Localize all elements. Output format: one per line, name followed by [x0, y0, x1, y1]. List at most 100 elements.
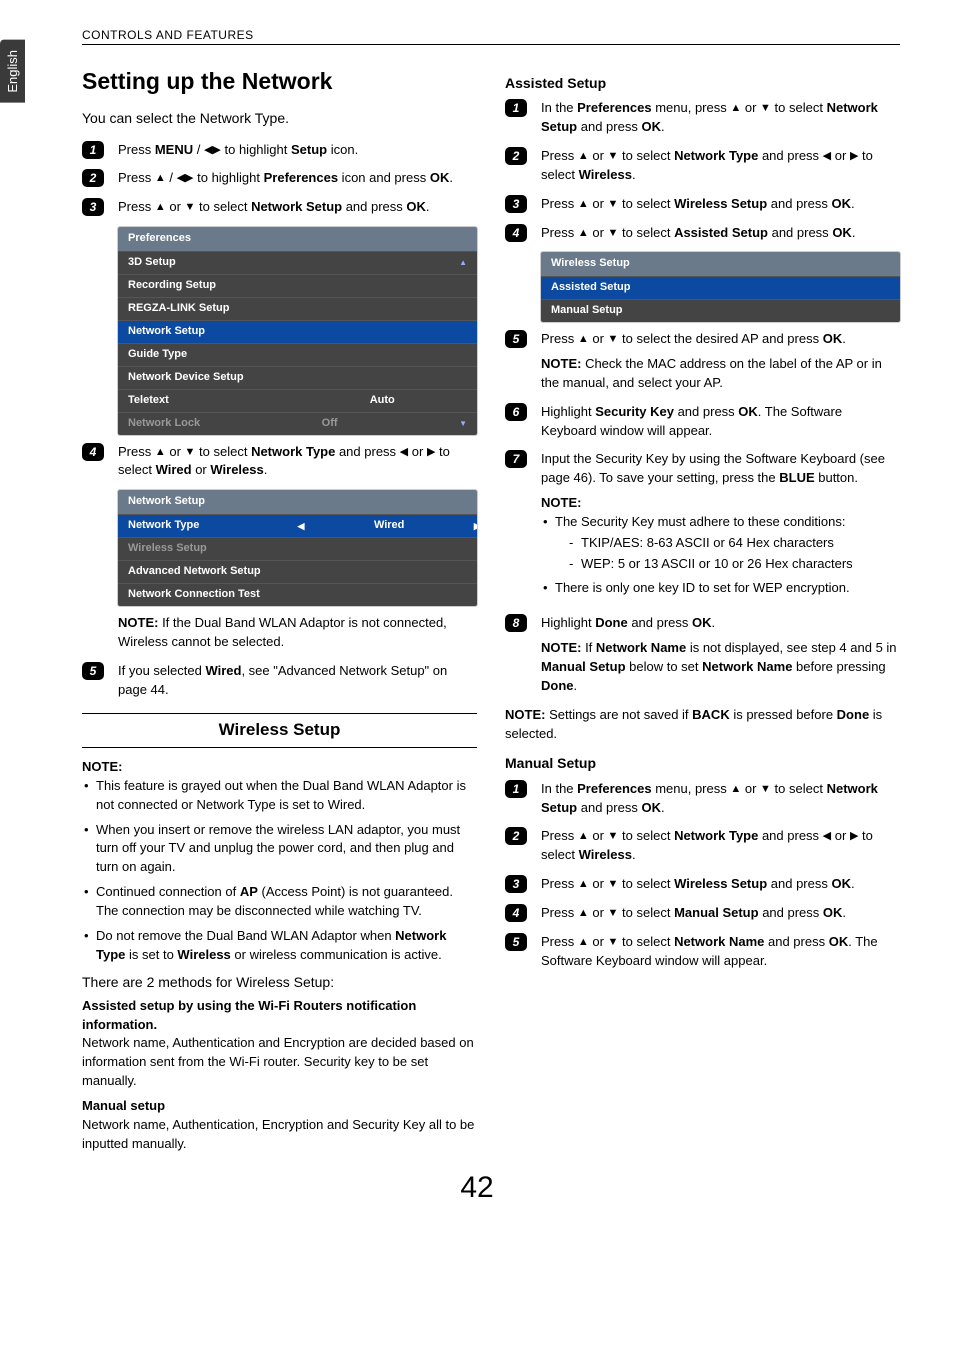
page-number: 42 — [54, 1171, 900, 1205]
step-badge-4: 4 — [505, 224, 527, 242]
left-icon: ◀ — [823, 829, 831, 845]
right-step-a3: 3 Press ▲ or ▼ to select Wireless Setup … — [505, 195, 900, 214]
up-icon: ▲ — [578, 935, 589, 951]
down-icon: ▼ — [608, 149, 619, 165]
up-icon: ▲ — [155, 445, 166, 461]
right-step-a6: 6 Highlight Security Key and press OK. T… — [505, 403, 900, 441]
step-badge-1: 1 — [505, 99, 527, 117]
menu-row: TeletextAuto — [118, 389, 477, 412]
step-badge-8: 8 — [505, 614, 527, 632]
step-badge-4: 4 — [505, 904, 527, 922]
down-icon: ▼ — [608, 332, 619, 348]
step-badge-4: 4 — [82, 443, 104, 461]
step-badge-3: 3 — [505, 195, 527, 213]
manual-setup-heading: Manual Setup — [505, 753, 900, 773]
up-icon: ▲ — [730, 782, 741, 798]
right-step-m5: 5 Press ▲ or ▼ to select Network Name an… — [505, 933, 900, 971]
language-tab: English — [0, 40, 25, 103]
down-icon: ▼ — [185, 200, 196, 216]
right-step-a7: 7 Input the Security Key by using the So… — [505, 450, 900, 604]
up-icon: ▲ — [578, 149, 589, 165]
step-badge-2: 2 — [82, 169, 104, 187]
up-icon: ▲ — [578, 197, 589, 213]
down-icon: ▼ — [760, 101, 771, 117]
page: English CONTROLS AND FEATURES Setting up… — [0, 0, 954, 1225]
step-badge-6: 6 — [505, 403, 527, 421]
sub-bullets: TKIP/AES: 8-63 ASCII or 64 Hex character… — [555, 534, 900, 574]
bullet-item: This feature is grayed out when the Dual… — [82, 777, 477, 815]
content-columns: Setting up the Network You can select th… — [82, 65, 900, 1153]
up-icon: ▲ — [578, 226, 589, 242]
left-icon: ◀ — [823, 149, 831, 165]
left-icon: ◀ — [400, 445, 408, 461]
up-icon: ▲ — [155, 200, 166, 216]
right-step-m2: 2 Press ▲ or ▼ to select Network Type an… — [505, 827, 900, 865]
note-text: NOTE: Check the MAC address on the label… — [541, 355, 900, 393]
up-icon: ▲ — [578, 332, 589, 348]
down-icon: ▼ — [608, 877, 619, 893]
up-icon: ▲ — [730, 101, 741, 117]
section-header: CONTROLS AND FEATURES — [82, 28, 900, 45]
step-badge-3: 3 — [82, 198, 104, 216]
right-step-a8: 8 Highlight Done and press OK. NOTE: If … — [505, 614, 900, 695]
step-badge-1: 1 — [82, 141, 104, 159]
intro-text: You can select the Network Type. — [82, 108, 477, 128]
down-icon: ▼ — [608, 935, 619, 951]
note-bullets: The Security Key must adhere to these co… — [541, 513, 900, 598]
step-body: Press MENU / ◀▶ to highlight Setup icon. — [118, 141, 477, 160]
sub-bullet-item: TKIP/AES: 8-63 ASCII or 64 Hex character… — [569, 534, 900, 553]
menu-row: Network Connection Test — [118, 583, 477, 606]
bullet-item: Do not remove the Dual Band WLAN Adaptor… — [82, 927, 477, 965]
wireless-setup-heading: Wireless Setup — [82, 713, 477, 748]
left-step-5: 5 If you selected Wired, see "Advanced N… — [82, 662, 477, 700]
down-icon: ▼ — [608, 906, 619, 922]
menu-row: Guide Type — [118, 343, 477, 366]
wireless-setup-menu: Wireless Setup Assisted Setup Manual Set… — [541, 252, 900, 322]
up-icon: ▲ — [578, 877, 589, 893]
right-step-m4: 4 Press ▲ or ▼ to select Manual Setup an… — [505, 904, 900, 923]
right-step-a1: 1 In the Preferences menu, press ▲ or ▼ … — [505, 99, 900, 137]
right-column: Assisted Setup 1 In the Preferences menu… — [505, 65, 900, 1153]
final-note: NOTE: Settings are not saved if BACK is … — [505, 706, 900, 744]
right-step-a4: 4 Press ▲ or ▼ to select Assisted Setup … — [505, 224, 900, 243]
step-badge-5: 5 — [505, 330, 527, 348]
menu-title: Preferences — [118, 227, 477, 251]
up-icon: ▲ — [578, 906, 589, 922]
note-bullets: This feature is grayed out when the Dual… — [82, 777, 477, 965]
left-column: Setting up the Network You can select th… — [82, 65, 477, 1153]
bullet-item: When you insert or remove the wireless L… — [82, 821, 477, 878]
right-step-a5: 5 Press ▲ or ▼ to select the desired AP … — [505, 330, 900, 393]
menu-row: 3D Setup▲ — [118, 251, 477, 274]
menu-row: Network Device Setup — [118, 366, 477, 389]
menu-row: REGZA-LINK Setup — [118, 297, 477, 320]
up-icon: ▲ — [578, 829, 589, 845]
network-setup-menu: Network Setup Network Type◀Wired▶ Wirele… — [118, 490, 477, 606]
down-icon: ▼ — [608, 197, 619, 213]
note-text: NOTE: If Network Name is not displayed, … — [541, 639, 900, 696]
right-step-a2: 2 Press ▲ or ▼ to select Network Type an… — [505, 147, 900, 185]
right-step-m1: 1 In the Preferences menu, press ▲ or ▼ … — [505, 780, 900, 818]
step-badge-3: 3 — [505, 875, 527, 893]
assisted-method-body: Network name, Authentication and Encrypt… — [82, 1034, 477, 1091]
page-title: Setting up the Network — [82, 65, 477, 98]
menu-row-selected: Assisted Setup — [541, 276, 900, 299]
step-badge-7: 7 — [505, 450, 527, 468]
step-badge-2: 2 — [505, 827, 527, 845]
step-badge-1: 1 — [505, 780, 527, 798]
step-badge-5: 5 — [82, 662, 104, 680]
menu-row-disabled: Wireless Setup — [118, 537, 477, 560]
left-step-1: 1 Press MENU / ◀▶ to highlight Setup ico… — [82, 141, 477, 160]
bullet-item: The Security Key must adhere to these co… — [541, 513, 900, 574]
menu-row-disabled: Network LockOff▼ — [118, 412, 477, 435]
manual-method-title: Manual setup — [82, 1097, 477, 1116]
up-icon: ▲ — [155, 171, 166, 187]
menu-title: Network Setup — [118, 490, 477, 514]
assisted-method-title: Assisted setup by using the Wi-Fi Router… — [82, 997, 477, 1035]
right-step-m3: 3 Press ▲ or ▼ to select Wireless Setup … — [505, 875, 900, 894]
bullet-item: There is only one key ID to set for WEP … — [541, 579, 900, 598]
left-right-icon: ◀▶ — [177, 171, 194, 187]
menu-row: Advanced Network Setup — [118, 560, 477, 583]
scroll-up-icon: ▲ — [459, 257, 467, 269]
bullet-item: Continued connection of AP (Access Point… — [82, 883, 477, 921]
right-arrow-icon: ▶ — [474, 520, 477, 533]
